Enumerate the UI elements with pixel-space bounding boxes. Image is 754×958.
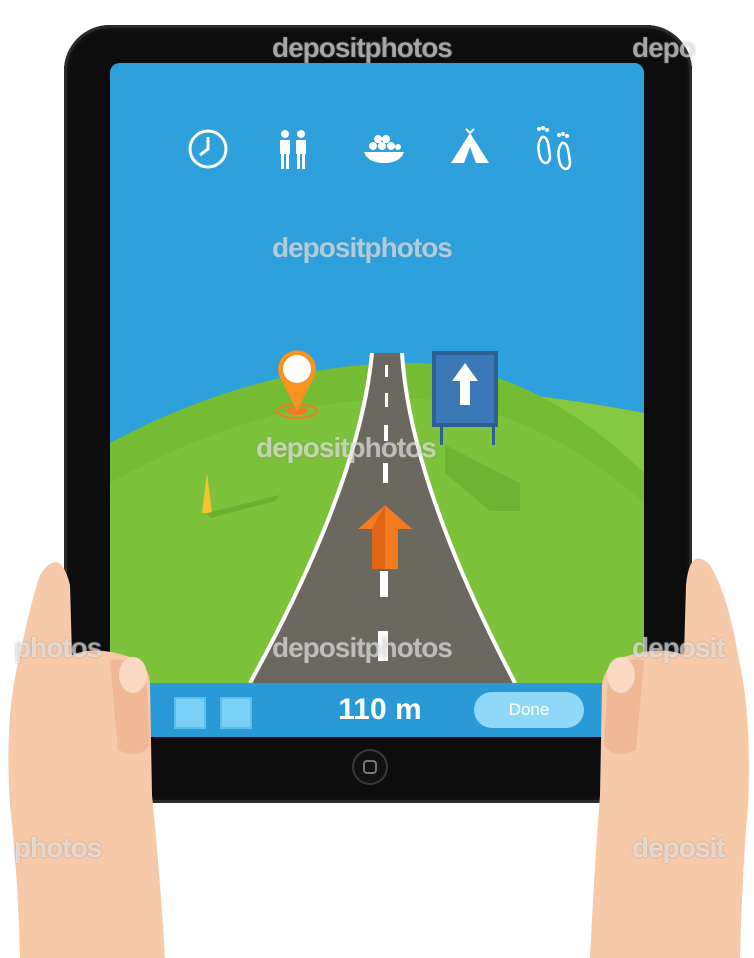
- food-bowl-icon[interactable]: [356, 121, 412, 177]
- navigation-screen: 110 m Done: [110, 63, 644, 737]
- done-button[interactable]: Done: [474, 692, 584, 728]
- home-button-icon: [363, 760, 377, 774]
- left-hand: [8, 562, 166, 958]
- category-icons: [110, 121, 644, 181]
- tent-icon[interactable]: [442, 121, 498, 177]
- distance-readout: 110 m: [338, 693, 422, 726]
- menu-square-button-2[interactable]: [220, 697, 252, 729]
- camera: [376, 41, 382, 47]
- clock-icon[interactable]: [180, 121, 236, 177]
- people-icon[interactable]: [265, 121, 321, 177]
- right-hand: [590, 558, 749, 958]
- footprints-icon[interactable]: [526, 121, 582, 177]
- home-button[interactable]: [352, 749, 388, 785]
- navigation-bar: 110 m Done: [110, 683, 644, 737]
